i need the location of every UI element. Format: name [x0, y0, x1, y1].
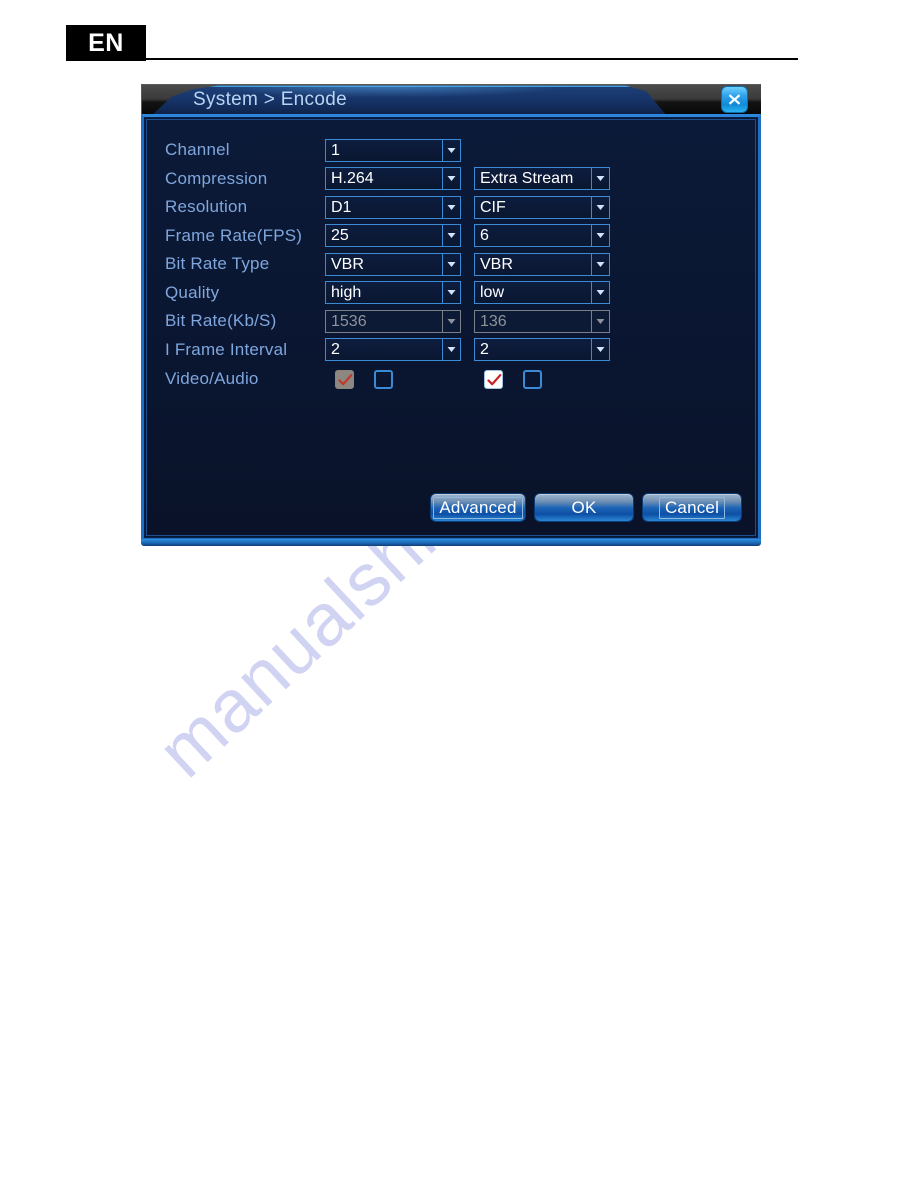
chevron-down-icon[interactable] [442, 225, 460, 247]
chevron-down-icon[interactable] [442, 282, 460, 304]
resolution-extra-value: CIF [480, 198, 506, 216]
i-frame-interval-main-select[interactable]: 2 [325, 338, 461, 362]
dialog-title: System > Encode [193, 89, 347, 110]
channel-select[interactable]: 1 [325, 138, 461, 162]
resolution-extra-select[interactable]: CIF [474, 195, 610, 219]
frame-rate-main-select[interactable]: 25 [325, 224, 461, 248]
bit-rate-extra-value: 136 [480, 312, 507, 330]
form-row-frame-rate: Frame Rate(FPS) 25 6 [165, 222, 745, 251]
quality-extra-value: low [480, 284, 505, 302]
form-row-quality: Quality high low [165, 279, 745, 308]
form-row-video-audio: Video/Audio [165, 364, 745, 394]
bit-rate-type-extra-select[interactable]: VBR [474, 252, 610, 276]
dialog-bottom-accent [141, 539, 761, 546]
advanced-button-label: Advanced [433, 496, 523, 519]
watermark: manualshive.com [142, 329, 770, 880]
encode-dialog: System > Encode Channel 1 Compression H.… [141, 84, 761, 546]
language-badge: EN [66, 25, 146, 61]
row-label: Compression [165, 168, 268, 188]
i-frame-interval-extra-value: 2 [480, 341, 489, 359]
compression-extra-value: Extra Stream [480, 170, 574, 188]
chevron-down-icon[interactable] [442, 168, 460, 190]
frame-rate-extra-value: 6 [480, 227, 489, 245]
chevron-down-icon [591, 310, 609, 332]
encode-form: Channel 1 Compression H.264 Extra Stream… [165, 136, 745, 394]
extra-audio-checkbox[interactable] [523, 369, 542, 389]
form-row-channel: Channel 1 [165, 136, 745, 165]
row-label: Quality [165, 282, 220, 302]
frame-rate-main-value: 25 [331, 227, 349, 245]
form-row-bit-rate-type: Bit Rate Type VBR VBR [165, 250, 745, 279]
form-row-i-frame-interval: I Frame Interval 2 2 [165, 336, 745, 365]
form-row-resolution: Resolution D1 CIF [165, 193, 745, 222]
chevron-down-icon[interactable] [442, 139, 460, 161]
close-button[interactable] [721, 86, 748, 113]
dialog-body: Channel 1 Compression H.264 Extra Stream… [141, 114, 761, 541]
check-icon [487, 373, 502, 385]
bit-rate-type-extra-value: VBR [480, 255, 513, 273]
ok-button-label: OK [571, 497, 597, 517]
chevron-down-icon[interactable] [442, 253, 460, 275]
quality-main-value: high [331, 284, 362, 302]
bit-rate-main-field: 1536 [325, 309, 461, 333]
row-label: Video/Audio [165, 369, 259, 388]
dialog-buttons: Advanced OK Cancel [147, 494, 755, 521]
ok-button[interactable]: OK [535, 494, 633, 521]
main-stream-checkboxes [325, 369, 461, 389]
quality-extra-select[interactable]: low [474, 281, 610, 305]
row-label: Resolution [165, 197, 248, 217]
chevron-down-icon[interactable] [591, 339, 609, 361]
main-video-checkbox[interactable] [335, 369, 354, 389]
quality-main-select[interactable]: high [325, 281, 461, 305]
advanced-button[interactable]: Advanced [431, 494, 525, 521]
resolution-main-value: D1 [331, 198, 352, 216]
form-row-compression: Compression H.264 Extra Stream [165, 165, 745, 194]
compression-main-select[interactable]: H.264 [325, 167, 461, 191]
row-label: Frame Rate(FPS) [165, 225, 303, 245]
chevron-down-icon[interactable] [591, 168, 609, 190]
compression-extra-select[interactable]: Extra Stream [474, 167, 610, 191]
resolution-main-select[interactable]: D1 [325, 195, 461, 219]
bit-rate-extra-field: 136 [474, 309, 610, 333]
i-frame-interval-extra-select[interactable]: 2 [474, 338, 610, 362]
cancel-button[interactable]: Cancel [643, 494, 741, 521]
row-label: Bit Rate(Kb/S) [165, 311, 277, 331]
i-frame-interval-main-value: 2 [331, 341, 340, 359]
chevron-down-icon[interactable] [442, 196, 460, 218]
form-row-bit-rate: Bit Rate(Kb/S) 1536 136 [165, 307, 745, 336]
chevron-down-icon[interactable] [591, 196, 609, 218]
close-x-icon [726, 91, 743, 108]
row-label: I Frame Interval [165, 339, 288, 359]
chevron-down-icon[interactable] [591, 282, 609, 304]
extra-stream-checkboxes [474, 369, 610, 389]
main-audio-checkbox[interactable] [374, 369, 393, 389]
row-label: Channel [165, 140, 230, 160]
header-divider [146, 58, 798, 60]
channel-value: 1 [331, 141, 340, 159]
bit-rate-main-value: 1536 [331, 312, 367, 330]
chevron-down-icon[interactable] [442, 339, 460, 361]
compression-main-value: H.264 [331, 170, 374, 188]
chevron-down-icon[interactable] [591, 225, 609, 247]
extra-video-checkbox[interactable] [484, 369, 503, 389]
cancel-button-label: Cancel [658, 496, 726, 519]
bit-rate-type-main-value: VBR [331, 255, 364, 273]
frame-rate-extra-select[interactable]: 6 [474, 224, 610, 248]
chevron-down-icon[interactable] [591, 253, 609, 275]
chevron-down-icon [442, 310, 460, 332]
dialog-inner-panel: Channel 1 Compression H.264 Extra Stream… [146, 119, 756, 536]
row-label: Bit Rate Type [165, 254, 270, 274]
bit-rate-type-main-select[interactable]: VBR [325, 252, 461, 276]
check-icon [338, 373, 353, 385]
